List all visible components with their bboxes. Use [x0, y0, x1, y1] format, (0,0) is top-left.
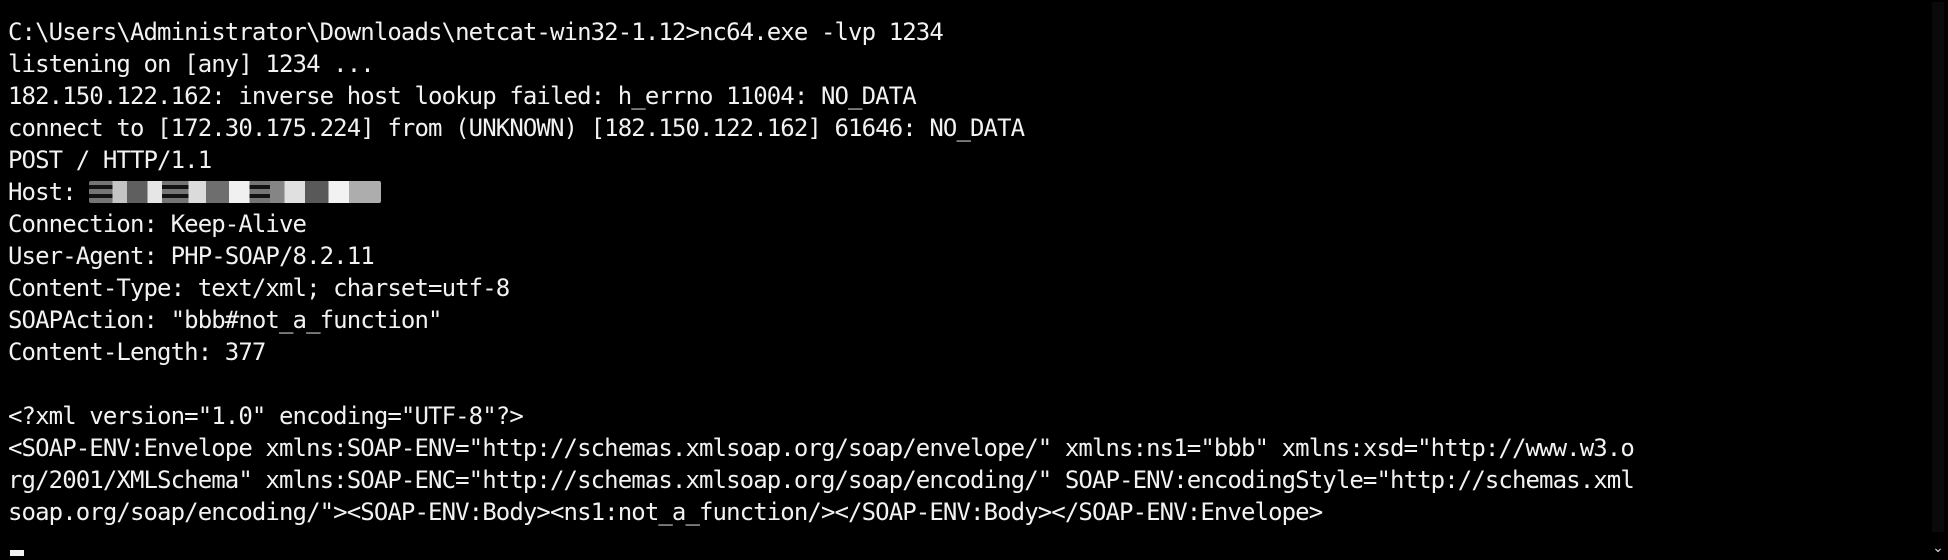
vertical-scrollbar[interactable]: ⌄ — [1928, 0, 1948, 560]
terminal-line-content-type: Content-Type: text/xml; charset=utf-8 — [8, 274, 510, 302]
scrollbar-thumb[interactable] — [1932, 2, 1944, 532]
terminal-line-connection: Connection: Keep-Alive — [8, 210, 307, 238]
terminal-line-content-length: Content-Length: 377 — [8, 338, 266, 366]
terminal-line-soap-envelope-1: <SOAP-ENV:Envelope xmlns:SOAP-ENV="http:… — [8, 434, 1635, 462]
terminal-line-listening: listening on [any] 1234 ... — [8, 50, 375, 78]
terminal-line-soap-action: SOAPAction: "bbb#not_a_function" — [8, 306, 442, 334]
terminal-line-command: C:\Users\Administrator\Downloads\netcat-… — [8, 18, 944, 46]
terminal-line-post: POST / HTTP/1.1 — [8, 146, 212, 174]
terminal-output[interactable]: C:\Users\Administrator\Downloads\netcat-… — [8, 16, 1920, 560]
terminal-line-connect: connect to [172.30.175.224] from (UNKNOW… — [8, 114, 1025, 142]
console-window[interactable]: C:\Users\Administrator\Downloads\netcat-… — [0, 0, 1948, 560]
host-label: Host: — [8, 178, 90, 206]
redacted-host-value — [89, 181, 382, 203]
terminal-line-user-agent: User-Agent: PHP-SOAP/8.2.11 — [8, 242, 375, 270]
terminal-line-soap-envelope-3: soap.org/soap/encoding/"><SOAP-ENV:Body>… — [8, 498, 1323, 526]
terminal-line-host-lookup: 182.150.122.162: inverse host lookup fai… — [8, 82, 917, 110]
text-cursor — [10, 550, 24, 556]
scroll-down-arrow-icon[interactable]: ⌄ — [1932, 541, 1944, 555]
terminal-line-xml-declaration: <?xml version="1.0" encoding="UTF-8"?> — [8, 402, 524, 430]
terminal-line-soap-envelope-2: rg/2001/XMLSchema" xmlns:SOAP-ENC="http:… — [8, 466, 1635, 494]
terminal-line-host: Host: — [8, 176, 1920, 208]
